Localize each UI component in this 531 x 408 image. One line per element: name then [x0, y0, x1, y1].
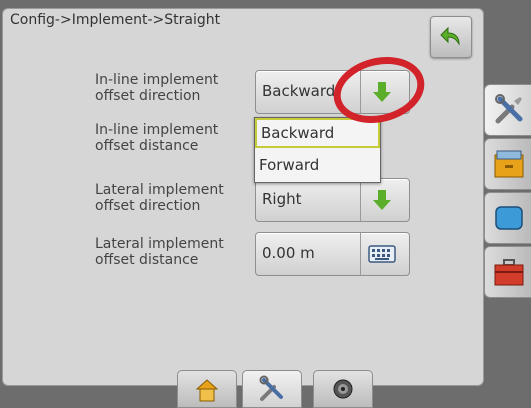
- lateral-offset-distance-value: 0.00 m: [262, 244, 315, 262]
- field-divider: [360, 179, 361, 221]
- field-divider: [360, 233, 361, 275]
- lateral-offset-distance-input[interactable]: 0.00 m: [255, 232, 410, 276]
- tools-icon: [259, 375, 283, 401]
- screen-icon: [494, 206, 523, 230]
- camera-icon: [333, 379, 353, 399]
- side-tab-tools[interactable]: [484, 84, 531, 136]
- lateral-offset-distance-label: Lateral implement offset distance: [95, 236, 224, 268]
- lateral-offset-direction-label: Lateral implement offset direction: [95, 182, 224, 214]
- tools-icon: [494, 94, 522, 124]
- lateral-offset-direction-select[interactable]: Right: [255, 178, 410, 222]
- inline-offset-direction-label: In-line implement offset direction: [95, 72, 219, 104]
- keyboard-icon[interactable]: [368, 241, 396, 267]
- inline-offset-direction-value: Backward: [262, 82, 336, 100]
- lateral-offset-direction-value: Right: [262, 190, 302, 208]
- back-button[interactable]: [430, 16, 472, 58]
- back-arrow-icon: [440, 26, 460, 46]
- bottom-tab-home[interactable]: [177, 370, 237, 408]
- arrow-down-icon[interactable]: [368, 187, 396, 213]
- bottom-tab-tools[interactable]: [242, 370, 302, 408]
- drawer-icon: [494, 150, 523, 178]
- breadcrumb: Config->Implement->Straight: [10, 12, 221, 28]
- home-icon: [195, 379, 219, 402]
- toolbox-icon: [494, 259, 523, 286]
- dropdown-option-forward[interactable]: Forward: [255, 150, 380, 180]
- bottom-tab-camera[interactable]: [313, 370, 373, 408]
- side-tab-toolbox[interactable]: [484, 246, 531, 298]
- side-tab-drawer[interactable]: [484, 138, 531, 190]
- inline-offset-distance-label: In-line implement offset distance: [95, 122, 219, 154]
- side-tab-screen[interactable]: [484, 192, 531, 244]
- direction-dropdown-menu: Backward Forward: [254, 117, 381, 183]
